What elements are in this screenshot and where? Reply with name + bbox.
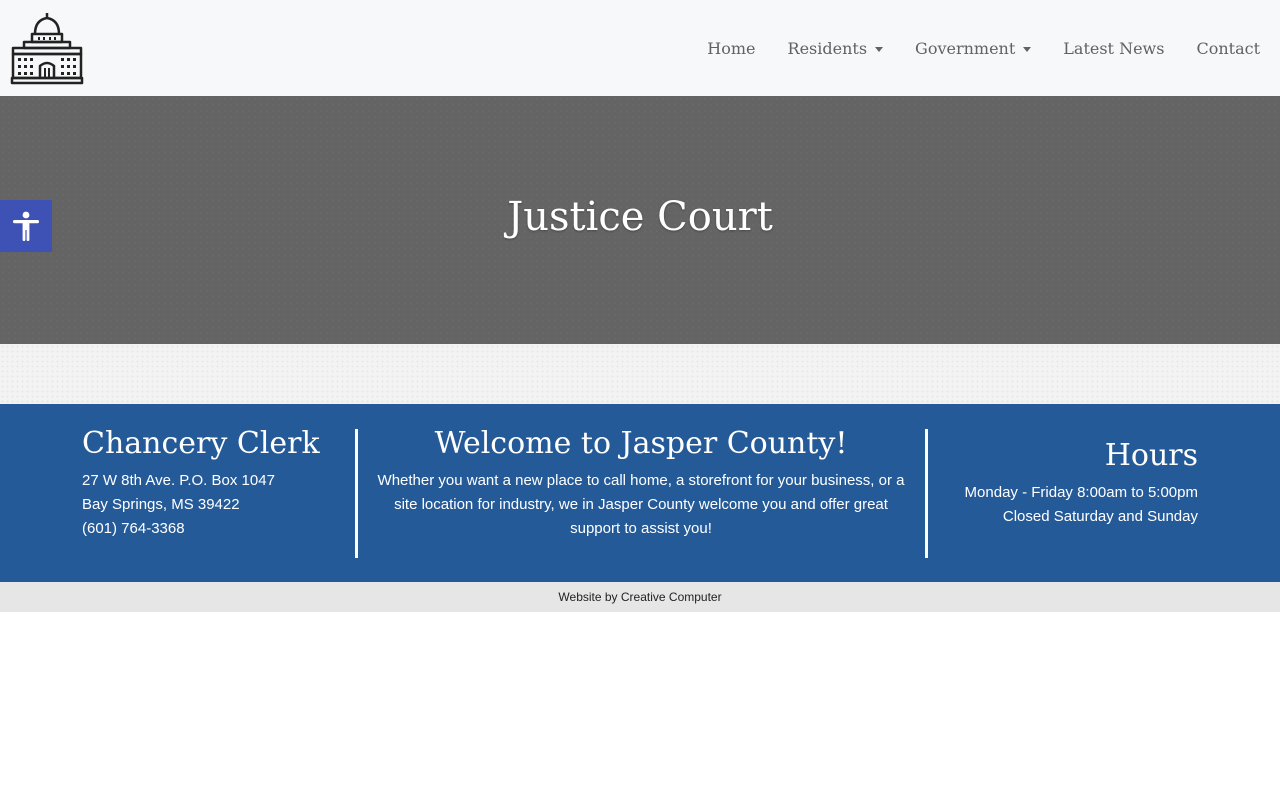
hours-title: Hours	[1104, 438, 1198, 473]
hours-weekday: Monday - Friday 8:00am to 5:00pm	[964, 484, 1198, 501]
phone-line[interactable]: (601) 764-3368	[82, 517, 342, 541]
nav-latest-news-label: Latest News	[1063, 38, 1165, 58]
nav-government[interactable]: Government	[915, 38, 1032, 58]
welcome-text-line: Whether you want a new place to call hom…	[377, 472, 905, 489]
accessibility-button[interactable]	[0, 200, 52, 252]
hours-section: Hours Monday - Friday 8:00am to 5:00pm C…	[898, 438, 1198, 529]
hero-banner: Justice Court	[0, 96, 1280, 344]
chevron-down-icon	[1023, 46, 1032, 52]
welcome-text-line: support to assist you!	[570, 520, 712, 537]
welcome-title: Welcome to Jasper County!	[434, 426, 848, 461]
texture-band	[0, 344, 1280, 404]
welcome-section: Welcome to Jasper County! Whether you wa…	[372, 426, 910, 541]
main-nav: Home Residents Government Latest News Co…	[675, 0, 1280, 96]
nav-contact[interactable]: Contact	[1196, 39, 1260, 58]
nav-latest-news[interactable]: Latest News	[1063, 39, 1164, 58]
chancery-clerk-section: Chancery Clerk 27 W 8th Ave. P.O. Box 10…	[82, 426, 342, 541]
nav-home-label: Home	[707, 38, 756, 58]
welcome-text-line: site location for industry, we in Jasper…	[394, 496, 888, 513]
nav-government-label: Government	[915, 38, 1016, 58]
site-credit[interactable]: Website by Creative Computer	[0, 582, 1280, 612]
nav-residents-label: Residents	[787, 38, 868, 58]
chevron-down-icon	[875, 46, 884, 52]
divider	[355, 429, 358, 558]
chancery-clerk-title: Chancery Clerk	[82, 426, 320, 461]
credit-text: Website by Creative Computer	[558, 590, 722, 604]
nav-home[interactable]: Home	[707, 39, 755, 58]
page-title: Justice Court	[507, 194, 773, 240]
accessibility-icon	[13, 211, 39, 241]
nav-contact-label: Contact	[1196, 38, 1260, 58]
address-line: 27 W 8th Ave. P.O. Box 1047	[82, 472, 275, 489]
courthouse-icon[interactable]	[10, 10, 84, 86]
info-footer: Chancery Clerk 27 W 8th Ave. P.O. Box 10…	[0, 404, 1280, 582]
hours-weekend: Closed Saturday and Sunday	[1002, 508, 1198, 525]
city-line: Bay Springs, MS 39422	[82, 496, 240, 513]
site-header: Home Residents Government Latest News Co…	[0, 0, 1280, 96]
nav-residents[interactable]: Residents	[788, 39, 884, 58]
